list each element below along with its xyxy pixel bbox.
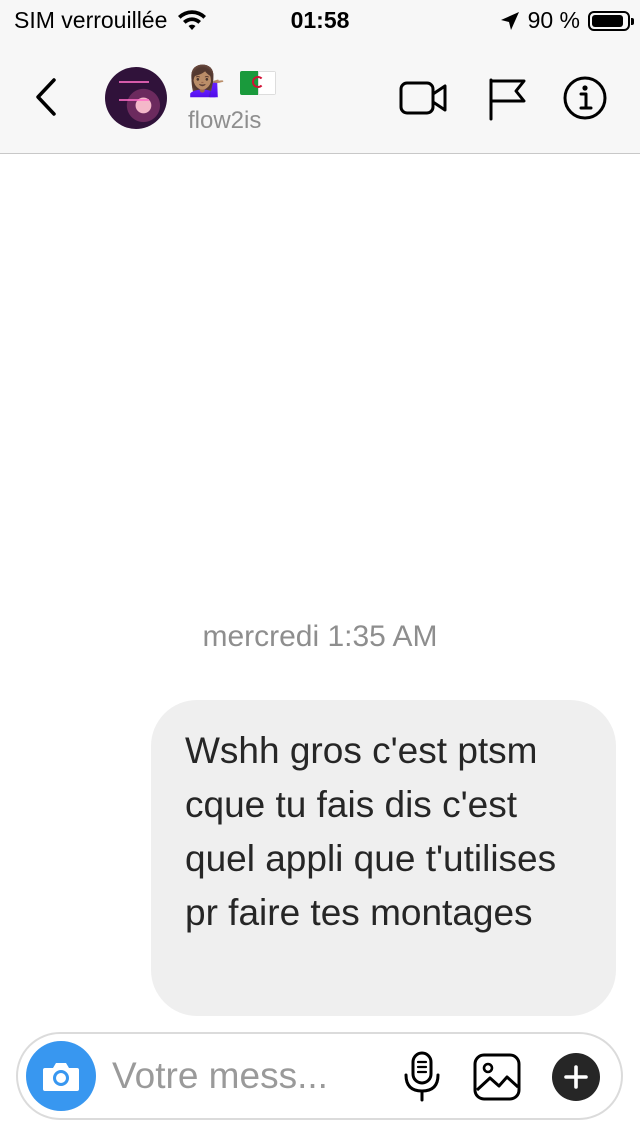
chat-header: 💁🏽‍♀️ flow2is — [0, 40, 640, 154]
back-chevron-icon[interactable] — [28, 74, 68, 120]
plus-button[interactable] — [552, 1053, 600, 1101]
battery-percent: 90 % — [527, 7, 580, 33]
algeria-flag-icon — [239, 71, 276, 96]
gallery-icon[interactable] — [472, 1052, 522, 1102]
message-text: Wshh gros c'est ptsm cque tu fais dis c'… — [185, 730, 557, 933]
status-right: 90 % — [500, 7, 634, 34]
camera-icon — [43, 1063, 79, 1091]
dm-screen: SIM verrouillée 01:58 90 % 💁🏽‍♀ — [0, 0, 640, 1136]
battery-icon — [588, 10, 634, 31]
flag-icon[interactable] — [484, 75, 534, 121]
status-bar: SIM verrouillée 01:58 90 % — [0, 0, 640, 40]
message-composer — [16, 1032, 623, 1120]
message-input[interactable] — [112, 1048, 372, 1104]
camera-button[interactable] — [26, 1041, 96, 1111]
battery-fill — [592, 14, 623, 27]
message-timestamp: mercredi 1:35 AM — [202, 620, 438, 653]
video-camera-icon[interactable] — [398, 75, 448, 121]
plus-icon — [564, 1065, 588, 1089]
message-bubble[interactable]: Wshh gros c'est ptsm cque tu fais dis c'… — [151, 700, 616, 1016]
username[interactable]: flow2is — [188, 107, 261, 135]
avatar[interactable] — [105, 67, 167, 129]
avatar-neon-sign — [119, 81, 149, 101]
microphone-icon[interactable] — [402, 1051, 442, 1103]
location-arrow-icon — [500, 11, 519, 30]
user-display-name[interactable]: 💁🏽‍♀️ — [188, 62, 276, 102]
info-icon[interactable] — [560, 75, 610, 121]
person-emoji: 💁🏽‍♀️ — [188, 65, 226, 98]
